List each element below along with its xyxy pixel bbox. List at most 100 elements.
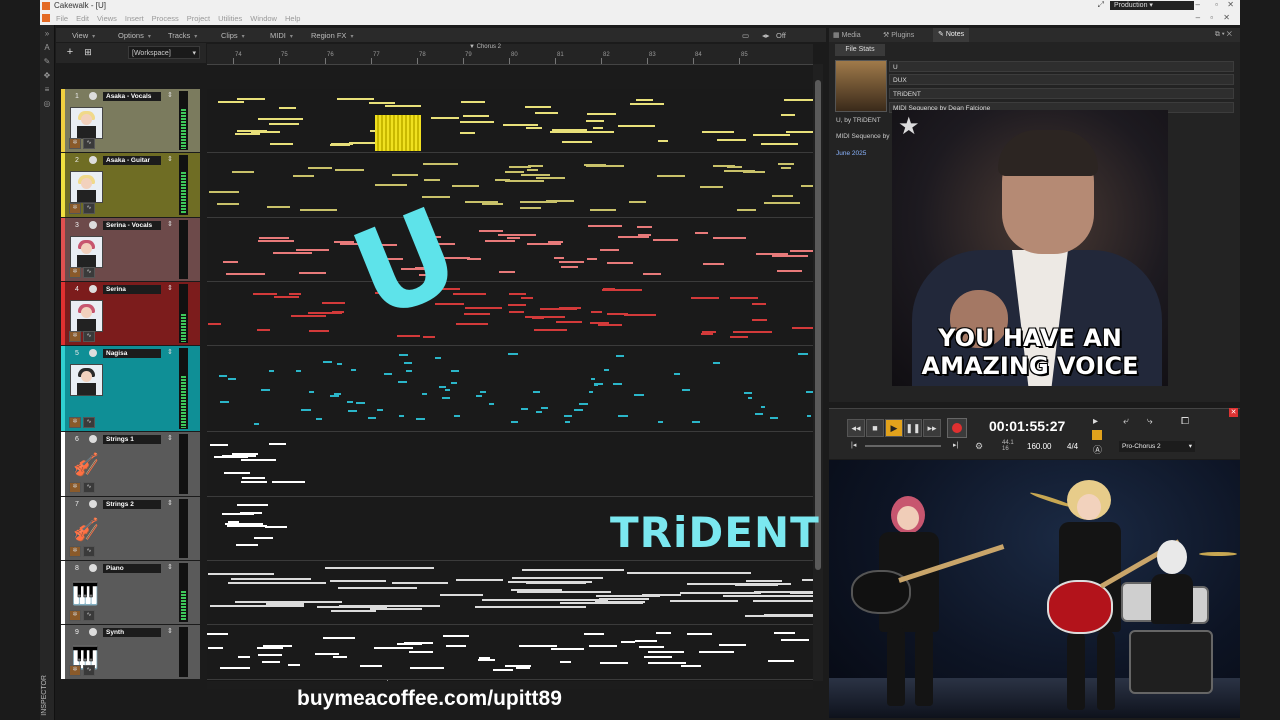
track-lane-4[interactable] — [207, 282, 813, 346]
midi-note[interactable] — [583, 632, 604, 635]
file-stats-tab[interactable]: File Stats — [835, 44, 885, 56]
midi-note[interactable] — [338, 605, 441, 608]
midi-note[interactable] — [408, 650, 433, 653]
midi-note[interactable] — [511, 420, 518, 423]
midi-note[interactable] — [509, 293, 527, 296]
fast-forward-icon[interactable]: ▸▸ — [923, 419, 941, 437]
midi-note[interactable] — [398, 415, 405, 418]
midi-note[interactable] — [296, 370, 301, 373]
play-icon[interactable]: ▶ — [885, 419, 903, 437]
midi-note[interactable] — [634, 393, 644, 396]
midi-note[interactable] — [391, 173, 419, 176]
midi-note[interactable] — [699, 650, 735, 653]
midi-note[interactable] — [323, 360, 333, 363]
midi-note[interactable] — [464, 201, 498, 204]
automation-lane-icon[interactable]: ∿ — [83, 482, 95, 493]
midi-note[interactable] — [258, 240, 295, 243]
midi-note[interactable] — [526, 243, 561, 246]
midi-note[interactable] — [520, 206, 542, 209]
menu-region-fx[interactable]: Region FX ▾ — [311, 31, 353, 40]
midi-note[interactable] — [258, 653, 283, 656]
midi-note[interactable] — [266, 602, 305, 605]
snap-icon[interactable]: ◎ — [42, 99, 52, 108]
midi-note[interactable] — [307, 166, 332, 169]
midi-note[interactable] — [590, 311, 603, 314]
midi-note[interactable] — [722, 594, 813, 597]
midi-note[interactable] — [517, 591, 611, 594]
expand-track-icon[interactable]: ⇕ — [167, 627, 173, 635]
midi-note[interactable] — [534, 111, 558, 114]
midi-note[interactable] — [385, 104, 421, 107]
midi-note[interactable] — [451, 185, 479, 188]
midi-note[interactable] — [485, 240, 515, 243]
midi-note[interactable] — [522, 568, 625, 571]
midi-note[interactable] — [494, 179, 510, 182]
midi-note[interactable] — [478, 656, 491, 659]
automation-icon[interactable]: Ⓐ — [1093, 443, 1102, 456]
midi-note[interactable] — [370, 608, 422, 611]
midi-note[interactable] — [331, 609, 377, 612]
midi-note[interactable] — [392, 581, 449, 584]
track-header-1[interactable]: 1 Asaka - Vocals ⇕ ✲ ∿ — [61, 89, 200, 152]
midi-note[interactable] — [778, 163, 794, 166]
midi-note[interactable] — [773, 631, 795, 634]
instrument-icon-small[interactable]: ✲ — [69, 665, 81, 676]
midi-note[interactable] — [325, 567, 435, 570]
midi-note[interactable] — [742, 170, 765, 173]
close-button[interactable]: ✕ — [1227, 0, 1234, 9]
midi-note[interactable] — [269, 142, 294, 145]
midi-note[interactable] — [489, 403, 494, 406]
midi-note[interactable] — [599, 249, 620, 252]
midi-note[interactable] — [525, 105, 551, 108]
add-folder-icon[interactable]: ⊞ — [82, 47, 94, 59]
menu-insert[interactable]: Insert — [125, 14, 144, 23]
midi-note[interactable] — [729, 336, 748, 339]
midi-note[interactable] — [213, 455, 249, 458]
track-name[interactable]: Serina - Vocals — [103, 221, 161, 230]
midi-note[interactable] — [691, 421, 701, 424]
midi-note[interactable] — [587, 258, 598, 261]
midi-note[interactable] — [565, 421, 571, 424]
midi-note[interactable] — [336, 97, 375, 100]
midi-note[interactable] — [634, 640, 657, 643]
midi-note[interactable] — [702, 331, 716, 334]
midi-note[interactable] — [669, 599, 739, 602]
midi-note[interactable] — [656, 632, 672, 635]
track-header-7[interactable]: 7 Strings 2 ⇕ 🎻 ✲ ∿ — [61, 497, 200, 560]
midi-note[interactable] — [743, 391, 753, 394]
midi-note[interactable] — [780, 166, 791, 169]
track-lane-5[interactable] — [207, 346, 813, 432]
track-header-3[interactable]: 3 Serina - Vocals ⇕ ✲ ∿ — [61, 218, 200, 281]
track-name[interactable]: Strings 1 — [103, 435, 161, 444]
instrument-icon-small[interactable]: ✲ — [69, 417, 81, 428]
menu-process[interactable]: Process — [152, 14, 179, 23]
loop-play-icon[interactable]: ▸ — [1093, 416, 1098, 427]
midi-note[interactable] — [330, 580, 387, 583]
midi-note[interactable] — [346, 400, 353, 403]
snap-icon-toolbar[interactable]: ▭ — [742, 31, 749, 40]
midi-note[interactable] — [647, 661, 687, 664]
midi-note[interactable] — [802, 578, 813, 581]
midi-note[interactable] — [629, 102, 665, 105]
track-name[interactable]: Serina — [103, 285, 161, 294]
midi-note[interactable] — [588, 644, 617, 647]
midi-note[interactable] — [455, 323, 488, 326]
midi-note[interactable] — [682, 389, 691, 392]
midi-note[interactable] — [279, 107, 296, 110]
midi-note[interactable] — [423, 336, 435, 339]
resize-icon[interactable]: ⤢ — [1098, 0, 1104, 10]
track-lane-8[interactable] — [207, 561, 813, 625]
automation-lane-icon[interactable]: ∿ — [83, 417, 95, 428]
midi-note[interactable] — [455, 579, 503, 582]
midi-note[interactable] — [519, 644, 558, 647]
midi-note[interactable] — [588, 390, 593, 393]
tab-plugins[interactable]: ⚒ Plugins — [883, 31, 914, 39]
midi-note[interactable] — [559, 260, 584, 263]
expand-track-icon[interactable]: ⇕ — [167, 434, 173, 442]
midi-note[interactable] — [323, 636, 355, 639]
midi-note[interactable] — [702, 130, 735, 133]
midi-note[interactable] — [316, 418, 322, 421]
midi-note[interactable] — [644, 655, 673, 658]
tab-media[interactable]: ▦ Media — [833, 31, 861, 39]
midi-note[interactable] — [755, 252, 789, 255]
